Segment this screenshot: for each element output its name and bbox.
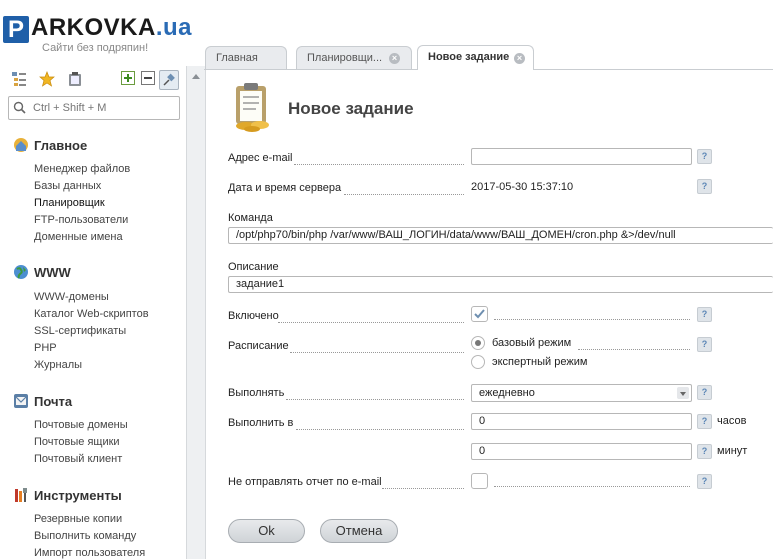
checkmark-icon [474, 309, 485, 319]
tools-section-icon [15, 488, 27, 502]
help-icon[interactable]: ? [697, 444, 712, 459]
search-input[interactable] [31, 99, 175, 117]
globe-icon [14, 265, 28, 279]
dotted-leader [344, 193, 464, 195]
close-icon[interactable]: × [389, 53, 400, 64]
tab-label: Новое задание [428, 51, 510, 63]
dotted-leader [296, 428, 464, 430]
sidebar-item-logs[interactable]: Журналы [34, 359, 82, 371]
run-frequency-value: ежедневно [479, 387, 535, 399]
chevron-down-icon[interactable] [677, 387, 689, 399]
hours-field[interactable]: 0 [471, 413, 692, 430]
logo-wordmark-domain: .ua [155, 14, 193, 41]
help-icon[interactable]: ? [697, 307, 712, 322]
help-icon[interactable]: ? [697, 385, 712, 400]
clipboard-icon[interactable] [67, 71, 83, 87]
collapse-all-icon[interactable] [140, 71, 156, 87]
sidebar-item-mailboxes[interactable]: Почтовые ящики [34, 436, 120, 448]
schedule-basic-label[interactable]: базовый режим [492, 337, 571, 349]
sidebar-item-web-scripts[interactable]: Каталог Web-скриптов [34, 308, 149, 320]
clipboard-task-icon [236, 83, 269, 132]
dotted-leader [278, 321, 464, 323]
sidebar-splitter[interactable] [186, 66, 206, 559]
tree-view-icon[interactable] [11, 71, 27, 87]
tab-new-task[interactable]: Новое задание × [417, 45, 534, 70]
ok-button[interactable]: Ok [228, 519, 305, 543]
sidebar-section-main[interactable]: Главное [34, 138, 87, 153]
dotted-leader [294, 163, 464, 165]
dotted-leader [494, 485, 690, 487]
cancel-button[interactable]: Отмена [320, 519, 398, 543]
tab-home[interactable]: Главная [205, 46, 287, 69]
schedule-expert-radio[interactable] [471, 355, 485, 369]
minutes-field[interactable]: 0 [471, 443, 692, 460]
search-icon [13, 101, 26, 114]
schedule-expert-label[interactable]: экспертный режим [492, 356, 587, 368]
scroll-up-arrow-icon[interactable] [192, 74, 200, 79]
help-icon[interactable]: ? [697, 337, 712, 352]
sidebar-search[interactable] [8, 96, 180, 120]
sidebar-item-run-command[interactable]: Выполнить команду [34, 530, 136, 542]
favorites-star-icon[interactable] [39, 71, 55, 87]
server-time-value: 2017-05-30 15:37:10 [471, 181, 574, 193]
sidebar-section-www[interactable]: WWW [34, 265, 71, 280]
schedule-label: Расписание [228, 340, 289, 352]
minutes-unit: минут [717, 445, 748, 457]
dotted-leader [286, 398, 464, 400]
run-label: Выполнять [228, 387, 285, 399]
help-icon[interactable]: ? [697, 414, 712, 429]
sidebar-item-www-domains[interactable]: WWW-домены [34, 291, 109, 303]
run-at-label: Выполнить в [228, 417, 294, 429]
run-frequency-select[interactable]: ежедневно [471, 384, 692, 402]
home-section-icon [14, 138, 28, 152]
help-icon[interactable]: ? [697, 149, 712, 164]
sidebar-item-scheduler[interactable]: Планировщик [34, 197, 105, 209]
description-label: Описание [228, 261, 279, 273]
page-title: Новое задание [288, 99, 414, 118]
expand-all-icon[interactable] [120, 71, 136, 87]
sidebar-section-mail[interactable]: Почта [34, 394, 72, 409]
tab-scheduler[interactable]: Планировщи... × [296, 46, 412, 69]
sidebar-item-domain-names[interactable]: Доменные имена [34, 231, 123, 243]
logo-wordmark: ARKOVKA.ua [31, 14, 192, 42]
dotted-leader [290, 351, 464, 353]
help-icon[interactable]: ? [697, 474, 712, 489]
sidebar-item-mail-domains[interactable]: Почтовые домены [34, 419, 128, 431]
sidebar-item-databases[interactable]: Базы данных [34, 180, 101, 192]
no-report-label: Не отправлять отчет по e-mail [228, 476, 382, 488]
command-label: Команда [228, 212, 273, 224]
dotted-leader [494, 318, 690, 320]
dotted-leader [578, 348, 690, 350]
hours-unit: часов [717, 415, 747, 427]
no-report-checkbox[interactable] [471, 473, 488, 489]
close-icon[interactable]: × [514, 53, 525, 64]
dotted-leader [382, 487, 464, 489]
command-field[interactable]: /opt/php70/bin/php /var/www/ВАШ_ЛОГИН/da… [228, 227, 773, 244]
sidebar-item-file-manager[interactable]: Менеджер файлов [34, 163, 130, 175]
tab-label: Главная [216, 52, 258, 64]
description-field[interactable]: задание1 [228, 276, 773, 293]
pin-icon[interactable] [159, 70, 179, 90]
help-icon[interactable]: ? [697, 179, 712, 194]
enabled-label: Включено [228, 310, 279, 322]
server-time-label: Дата и время сервера [228, 182, 342, 194]
sidebar-item-import-user[interactable]: Импорт пользователя [34, 547, 145, 559]
sidebar-section-tools[interactable]: Инструменты [34, 488, 122, 503]
sidebar-item-backups[interactable]: Резервные копии [34, 513, 122, 525]
mail-section-icon [14, 394, 28, 408]
email-label: Адрес e-mail [228, 152, 293, 164]
sidebar-item-mail-client[interactable]: Почтовый клиент [34, 453, 122, 465]
enabled-checkbox[interactable] [471, 306, 488, 322]
sidebar-item-ssl[interactable]: SSL-сертификаты [34, 325, 126, 337]
sidebar-item-ftp-users[interactable]: FTP-пользователи [34, 214, 128, 226]
logo-wordmark-main: ARKOVKA [31, 14, 156, 41]
slogan: Сайти без подряпин! [42, 42, 149, 54]
tab-label: Планировщи... [307, 52, 383, 64]
email-field[interactable] [471, 148, 692, 165]
logo-mark: P [3, 16, 29, 43]
sidebar-item-php[interactable]: PHP [34, 342, 57, 354]
schedule-basic-radio[interactable] [471, 336, 485, 350]
